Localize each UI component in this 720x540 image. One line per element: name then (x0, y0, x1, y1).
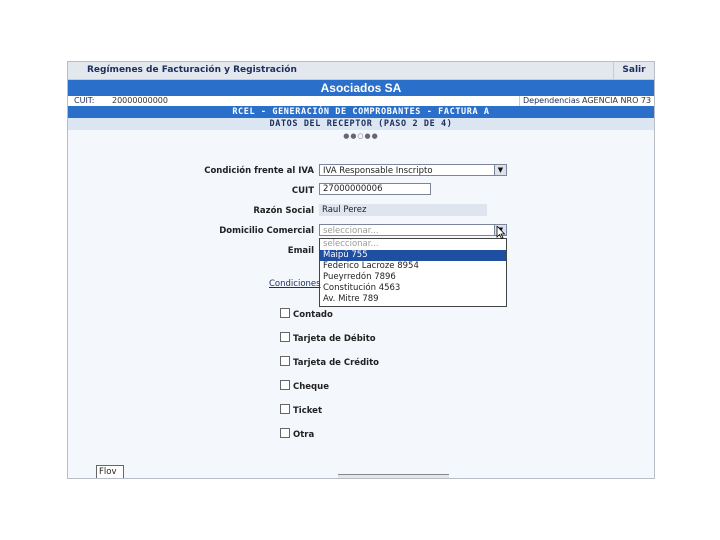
bottom-scroll-bar[interactable] (338, 474, 449, 478)
step-progress-dots: ●●○●● (343, 132, 379, 140)
flow-tab[interactable]: Flov (96, 465, 124, 478)
dropdown-option[interactable]: seleccionar... (320, 239, 506, 250)
razon-social-label: Razón Social (253, 206, 314, 216)
checkbox-label: Ticket (293, 406, 323, 416)
dropdown-option[interactable]: Constitución 4563 (320, 283, 506, 294)
domicilio-value: seleccionar... (323, 226, 379, 236)
checkbox[interactable] (280, 380, 290, 390)
cuit-label: CUIT: (74, 96, 95, 105)
checkbox-label: Otra (293, 430, 315, 440)
dependencias-label: Dependencias (519, 96, 580, 106)
domicilio-dropdown-list[interactable]: seleccionar... Maipú 755 Federico Lacroz… (319, 238, 507, 307)
conditions-title: Condiciones (269, 279, 321, 289)
domicilio-label: Domicilio Comercial (219, 226, 314, 236)
app-title: Regímenes de Facturación y Registración (87, 65, 297, 75)
receiver-cuit-input[interactable]: 27000000006 (319, 183, 431, 195)
step-title: DATOS DEL RECEPTOR (PASO 2 DE 4) (68, 118, 654, 130)
iva-condition-select[interactable]: IVA Responsable Inscripto ▼ (319, 164, 507, 176)
iva-condition-value: IVA Responsable Inscripto (323, 166, 433, 176)
chevron-down-icon[interactable]: ▼ (494, 165, 506, 175)
dropdown-option[interactable]: Federico Lacroze 8954 (320, 261, 506, 272)
app-window: Regímenes de Facturación y Registración … (67, 61, 655, 479)
mouse-cursor-icon (496, 226, 506, 239)
checkbox-label: Tarjeta de Débito (293, 334, 376, 344)
condition-contado[interactable]: Contado (280, 308, 333, 320)
company-name: Asociados SA (68, 80, 654, 96)
section-title: RCEL - GENERACIÓN DE COMPROBANTES - FACT… (68, 106, 654, 118)
checkbox[interactable] (280, 428, 290, 438)
cuit-value: 20000000000 (112, 96, 168, 105)
checkbox-label: Tarjeta de Crédito (293, 358, 379, 368)
top-bar: Regímenes de Facturación y Registración … (68, 62, 654, 80)
checkbox[interactable] (280, 308, 290, 318)
condition-cheque[interactable]: Cheque (280, 380, 329, 392)
dropdown-option[interactable]: Pueyrredón 7896 (320, 272, 506, 283)
condition-otra[interactable]: Otra (280, 428, 314, 440)
checkbox-label: Cheque (293, 382, 329, 392)
checkbox[interactable] (280, 404, 290, 414)
razon-social-value: Raul Perez (319, 204, 487, 216)
checkbox[interactable] (280, 356, 290, 366)
condition-tarjeta-debito[interactable]: Tarjeta de Débito (280, 332, 376, 344)
receiver-cuit-label: CUIT (291, 186, 314, 196)
dependencias-value: AGENCIA NRO 73 (582, 96, 652, 105)
condition-tarjeta-credito[interactable]: Tarjeta de Crédito (280, 356, 379, 368)
dropdown-option-selected[interactable]: Maipú 755 (320, 250, 506, 261)
dropdown-option[interactable]: Av. Mitre 789 (320, 294, 506, 305)
checkbox[interactable] (280, 332, 290, 342)
exit-button[interactable]: Salir (613, 62, 654, 79)
domicilio-select[interactable]: seleccionar... ▼ (319, 224, 507, 236)
iva-condition-label: Condición frente al IVA (204, 166, 314, 176)
condition-ticket[interactable]: Ticket (280, 404, 322, 416)
checkbox-label: Contado (293, 310, 333, 320)
email-label: Email (287, 246, 314, 256)
